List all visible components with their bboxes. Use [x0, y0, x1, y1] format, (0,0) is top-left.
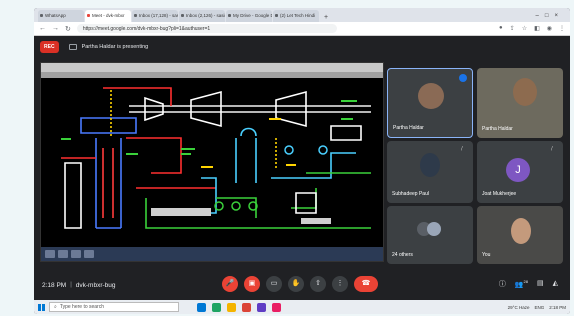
mic-off-icon: ⧸ [461, 146, 463, 152]
new-tab-icon[interactable]: + [320, 14, 332, 22]
mic-toggle-icon[interactable]: 🎤 [222, 276, 238, 292]
tab-youtube[interactable]: (2) Let Tech Hindi [273, 10, 319, 22]
participant-video [420, 153, 440, 177]
more-options-icon[interactable]: ⋮ [332, 276, 348, 292]
shared-task-item [45, 250, 55, 258]
star-icon[interactable]: ☆ [522, 25, 527, 32]
separator: | [70, 282, 72, 288]
self-tile[interactable]: You [477, 206, 563, 264]
side-controls: ⓘ 👥28 ▤ ◭ [499, 279, 558, 289]
menu-icon[interactable]: ⋮ [559, 25, 565, 32]
monitor-screen: WhatsApp Meet - dvk-mbxr Inbox (17,128) … [34, 8, 570, 314]
windows-taskbar: ⌕ Type here to search 29°C Haze ENG 2:18 … [34, 300, 570, 314]
system-tray: 29°C Haze ENG 2:18 PM [508, 305, 566, 310]
pinned-apps [197, 302, 281, 312]
task-view-icon[interactable] [197, 302, 206, 312]
app-icon[interactable] [272, 302, 281, 312]
presenting-banner: Partha Haldar is presenting [68, 44, 149, 50]
end-call-icon[interactable]: ☎ [354, 276, 378, 292]
people-icon[interactable]: 👥28 [515, 279, 528, 289]
meet-header: REC Partha Haldar is presenting [34, 36, 570, 58]
url-field[interactable]: https://meet.google.com/dvk-mbxr-bug?pli… [76, 24, 337, 33]
participant-tile[interactable]: ⧸ Subhadeep Paul [387, 141, 473, 203]
chat-icon[interactable]: ▤ [537, 279, 544, 289]
forward-icon[interactable]: → [52, 25, 59, 32]
window-controls[interactable]: –□× [530, 13, 570, 22]
plant-schematic [61, 87, 371, 229]
file-explorer-icon[interactable] [227, 302, 236, 312]
activities-icon[interactable]: ◭ [553, 279, 558, 289]
participant-tile[interactable]: Partha Haldar [387, 68, 473, 138]
shared-task-item [58, 250, 68, 258]
meeting-time: 2:18 PM [42, 281, 67, 289]
avatar: J [506, 158, 530, 182]
tab-meet[interactable]: Meet - dvk-mbxr [85, 10, 131, 22]
profile-icon[interactable]: ◉ [547, 25, 552, 32]
participant-tile[interactable]: J ⧸ Joat Mukherjee [477, 141, 563, 203]
weather-label[interactable]: 29°C Haze [508, 305, 530, 310]
presenting-text: Partha Haldar is presenting [81, 44, 149, 50]
meet-controls-bar: 2:18 PM | dvk-mbxr-bug 🎤 ▣ ▭ ✋ ⇧ ⋮ ☎ ⓘ 👥… [34, 270, 570, 300]
search-icon: ⌕ [54, 304, 57, 310]
search-placeholder: Type here to search [59, 304, 105, 310]
participant-name: Subhadeep Paul [392, 191, 429, 197]
raise-hand-icon[interactable]: ✋ [288, 276, 304, 292]
tab-inbox-2[interactable]: Inbox (2,126) - sasin [179, 10, 225, 22]
shared-window-titlebar [41, 63, 383, 72]
mic-indicator-icon[interactable]: ● [499, 25, 503, 32]
others-tile[interactable]: 24 others [387, 206, 473, 264]
camera-toggle-icon[interactable]: ▣ [244, 276, 260, 292]
present-screen-icon [68, 44, 77, 50]
shared-task-item [84, 250, 94, 258]
extensions-icon[interactable]: ◧ [534, 25, 540, 32]
windows-start-icon[interactable] [38, 303, 45, 311]
reload-icon[interactable]: ↻ [65, 25, 71, 33]
edge-icon[interactable] [212, 302, 221, 312]
self-video [511, 218, 531, 244]
tray-clock[interactable]: 2:18 PM [549, 305, 566, 310]
participant-name: You [482, 252, 491, 258]
present-now-icon[interactable]: ⇧ [310, 276, 326, 292]
language-label[interactable]: ENG [534, 305, 544, 310]
participant-name: Joat Mukherjee [482, 191, 517, 197]
participant-name: Partha Haldar [393, 125, 424, 131]
avatar [427, 222, 441, 236]
browser-tab-strip: WhatsApp Meet - dvk-mbxr Inbox (17,128) … [34, 8, 570, 22]
meeting-code: dvk-mbxr-bug [75, 281, 116, 289]
taskbar-search[interactable]: ⌕ Type here to search [49, 302, 179, 312]
shared-screen [40, 62, 384, 262]
share-icon[interactable]: ⇪ [510, 25, 515, 32]
speaking-indicator-icon [459, 74, 467, 82]
toolbar-icons: ● ⇪ ☆ ◧ ◉ ⋮ [499, 25, 565, 32]
info-icon[interactable]: ⓘ [499, 279, 506, 289]
back-icon[interactable]: ← [39, 25, 46, 32]
participant-tile[interactable]: Partha Haldar [477, 68, 563, 138]
participant-video [418, 83, 444, 109]
shared-window-taskbar [41, 247, 383, 261]
captions-icon[interactable]: ▭ [266, 276, 282, 292]
tab-whatsapp[interactable]: WhatsApp [38, 10, 84, 22]
call-controls: 🎤 ▣ ▭ ✋ ⇧ ⋮ ☎ [222, 276, 378, 292]
participant-video [513, 78, 537, 106]
shared-task-item [71, 250, 81, 258]
chrome-icon[interactable] [242, 302, 251, 312]
rec-badge: REC [40, 41, 59, 53]
participant-name: Partha Haldar [482, 126, 513, 132]
app-icon[interactable] [257, 302, 266, 312]
others-count-label: 24 others [392, 252, 413, 258]
tab-inbox-1[interactable]: Inbox (17,128) - sasin [132, 10, 178, 22]
address-bar-row: ← → ↻ https://meet.google.com/dvk-mbxr-b… [34, 22, 570, 36]
participant-count: 28 [523, 279, 528, 284]
tab-drive[interactable]: My Drive - Google D [226, 10, 272, 22]
mic-off-icon: ⧸ [551, 146, 553, 152]
